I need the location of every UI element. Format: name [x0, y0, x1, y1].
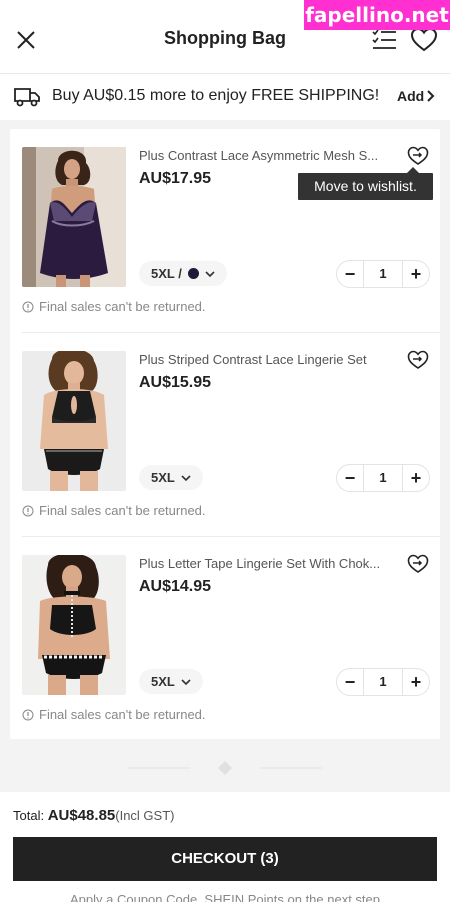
wishlist-heart-icon[interactable]: [410, 27, 438, 53]
quantity-value[interactable]: 1: [363, 465, 403, 491]
notice-text: Final sales can't be returned.: [39, 503, 206, 518]
size-label: 5XL: [151, 470, 175, 485]
watermark-badge: fapellino.net: [304, 0, 450, 30]
product-price: AU$17.95: [139, 170, 212, 187]
chevron-down-icon: [181, 678, 191, 685]
product-image[interactable]: [22, 351, 126, 491]
end-of-list-divider: [128, 761, 322, 775]
quantity-value[interactable]: 1: [363, 261, 403, 287]
color-swatch: [187, 268, 199, 279]
product-image[interactable]: [22, 147, 126, 287]
notice-text: Final sales can't be returned.: [39, 707, 206, 722]
order-total: Total: AU$48.85(Incl GST): [13, 807, 174, 825]
final-sale-notice: Final sales can't be returned.: [22, 503, 206, 519]
size-label: 5XL: [151, 674, 175, 689]
add-more-link[interactable]: Add: [397, 83, 424, 109]
quantity-stepper: − 1 +: [336, 260, 430, 288]
move-to-wishlist-icon[interactable]: [407, 146, 429, 166]
product-name[interactable]: Plus Contrast Lace Asymmetric Mesh S...: [139, 148, 397, 164]
decrease-qty-button[interactable]: −: [337, 669, 363, 695]
total-label: Total:: [13, 808, 45, 823]
increase-qty-button[interactable]: +: [403, 261, 429, 287]
move-to-wishlist-icon[interactable]: [407, 554, 429, 574]
cart-item: Plus Letter Tape Lingerie Set With Chok.…: [10, 537, 440, 741]
final-sale-notice: Final sales can't be returned.: [22, 299, 206, 315]
info-icon: [22, 505, 34, 517]
product-name[interactable]: Plus Striped Contrast Lace Lingerie Set: [139, 352, 397, 368]
chevron-down-icon: [181, 474, 191, 481]
cart-item: Plus Contrast Lace Asymmetric Mesh S... …: [10, 129, 440, 333]
free-shipping-bar: Buy AU$0.15 more to enjoy FREE SHIPPING!…: [0, 74, 450, 120]
checkout-button[interactable]: CHECKOUT (3): [13, 837, 437, 881]
truck-icon: [14, 88, 40, 107]
info-icon: [22, 301, 34, 313]
size-color-selector[interactable]: 5XL /: [139, 261, 227, 286]
product-image[interactable]: [22, 555, 126, 695]
wishlist-tooltip: Move to wishlist.: [298, 167, 433, 200]
total-tax-note: (Incl GST): [115, 808, 175, 823]
quantity-stepper: − 1 +: [336, 668, 430, 696]
increase-qty-button[interactable]: +: [403, 669, 429, 695]
decrease-qty-button[interactable]: −: [337, 465, 363, 491]
chevron-down-icon: [205, 270, 215, 277]
quantity-stepper: − 1 +: [336, 464, 430, 492]
cart-item: Plus Striped Contrast Lace Lingerie Set …: [10, 333, 440, 537]
cart-items-card: Plus Contrast Lace Asymmetric Mesh S... …: [10, 129, 440, 739]
decrease-qty-button[interactable]: −: [337, 261, 363, 287]
notice-text: Final sales can't be returned.: [39, 299, 206, 314]
product-price: AU$15.95: [139, 374, 212, 391]
coupon-note: Apply a Coupon Code, SHEIN Points on the…: [69, 892, 381, 902]
product-price: AU$14.95: [139, 578, 212, 595]
quantity-value[interactable]: 1: [363, 669, 403, 695]
total-value: AU$48.85: [47, 807, 116, 824]
chevron-right-icon[interactable]: [426, 90, 435, 102]
checkout-footer: Total: AU$48.85(Incl GST) CHECKOUT (3) A…: [0, 792, 450, 902]
increase-qty-button[interactable]: +: [403, 465, 429, 491]
checklist-icon[interactable]: [372, 28, 398, 52]
size-selector[interactable]: 5XL: [139, 465, 203, 490]
size-label: 5XL /: [151, 266, 182, 281]
product-name[interactable]: Plus Letter Tape Lingerie Set With Chok.…: [139, 556, 397, 572]
shipping-message: Buy AU$0.15 more to enjoy FREE SHIPPING!: [52, 87, 380, 104]
final-sale-notice: Final sales can't be returned.: [22, 707, 206, 723]
move-to-wishlist-icon[interactable]: [407, 350, 429, 370]
info-icon: [22, 709, 34, 721]
size-selector[interactable]: 5XL: [139, 669, 203, 694]
